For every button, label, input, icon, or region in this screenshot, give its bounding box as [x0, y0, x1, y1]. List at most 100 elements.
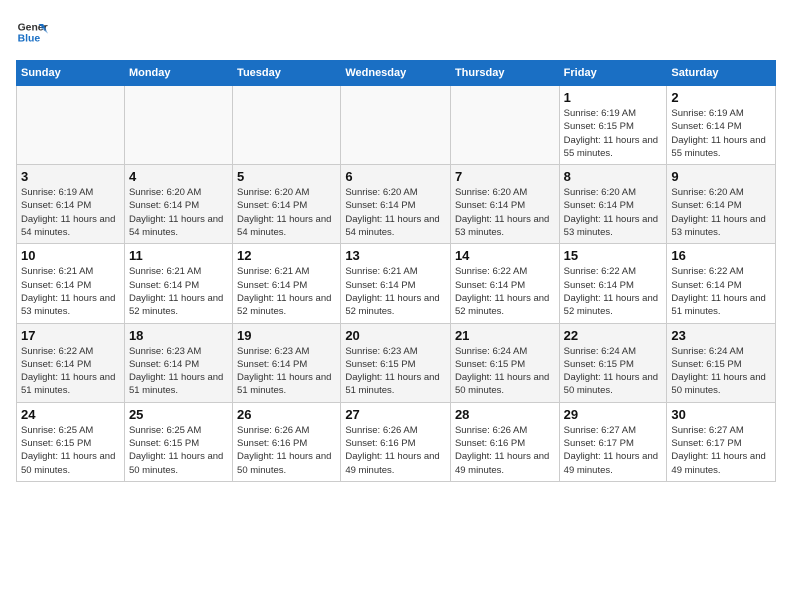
- logo: General Blue: [16, 16, 48, 48]
- day-header-tuesday: Tuesday: [233, 61, 341, 86]
- calendar-cell: [450, 86, 559, 165]
- calendar-cell: 26 Sunrise: 6:26 AM Sunset: 6:16 PM Dayli…: [233, 402, 341, 481]
- day-number: 13: [345, 248, 446, 263]
- day-number: 21: [455, 328, 555, 343]
- calendar-cell: 1 Sunrise: 6:19 AM Sunset: 6:15 PM Daylig…: [559, 86, 667, 165]
- day-number: 27: [345, 407, 446, 422]
- calendar-cell: 11 Sunrise: 6:21 AM Sunset: 6:14 PM Dayli…: [124, 244, 232, 323]
- calendar-cell: 21 Sunrise: 6:24 AM Sunset: 6:15 PM Dayli…: [450, 323, 559, 402]
- calendar-cell: 29 Sunrise: 6:27 AM Sunset: 6:17 PM Dayli…: [559, 402, 667, 481]
- day-info: Sunrise: 6:23 AM Sunset: 6:15 PM Dayligh…: [345, 345, 446, 398]
- calendar-cell: 19 Sunrise: 6:23 AM Sunset: 6:14 PM Dayli…: [233, 323, 341, 402]
- day-number: 20: [345, 328, 446, 343]
- calendar-cell: 20 Sunrise: 6:23 AM Sunset: 6:15 PM Dayli…: [341, 323, 451, 402]
- calendar-cell: 23Sunrise: 6:24 AM Sunset: 6:15 PM Dayli…: [667, 323, 776, 402]
- day-number: 23: [671, 328, 771, 343]
- day-info: Sunrise: 6:22 AM Sunset: 6:14 PM Dayligh…: [455, 265, 555, 318]
- day-header-thursday: Thursday: [450, 61, 559, 86]
- day-info: Sunrise: 6:21 AM Sunset: 6:14 PM Dayligh…: [345, 265, 446, 318]
- calendar-cell: [233, 86, 341, 165]
- day-number: 11: [129, 248, 228, 263]
- calendar-cell: 13 Sunrise: 6:21 AM Sunset: 6:14 PM Dayli…: [341, 244, 451, 323]
- day-info: Sunrise: 6:26 AM Sunset: 6:16 PM Dayligh…: [237, 424, 336, 477]
- calendar-week-4: 17 Sunrise: 6:22 AM Sunset: 6:14 PM Dayli…: [17, 323, 776, 402]
- svg-text:Blue: Blue: [18, 34, 41, 45]
- day-number: 5: [237, 169, 336, 184]
- day-number: 15: [564, 248, 663, 263]
- day-number: 2: [671, 90, 771, 105]
- day-number: 3: [21, 169, 120, 184]
- calendar-cell: 12 Sunrise: 6:21 AM Sunset: 6:14 PM Dayli…: [233, 244, 341, 323]
- day-info: Sunrise: 6:20 AM Sunset: 6:14 PM Dayligh…: [671, 186, 771, 239]
- calendar-cell: 5 Sunrise: 6:20 AM Sunset: 6:14 PM Daylig…: [233, 165, 341, 244]
- day-number: 12: [237, 248, 336, 263]
- calendar-week-3: 10 Sunrise: 6:21 AM Sunset: 6:14 PM Dayli…: [17, 244, 776, 323]
- day-number: 10: [21, 248, 120, 263]
- day-number: 25: [129, 407, 228, 422]
- day-number: 22: [564, 328, 663, 343]
- day-number: 8: [564, 169, 663, 184]
- day-info: Sunrise: 6:27 AM Sunset: 6:17 PM Dayligh…: [564, 424, 663, 477]
- calendar-cell: 10Sunrise: 6:21 AM Sunset: 6:14 PM Dayli…: [17, 244, 125, 323]
- day-info: Sunrise: 6:20 AM Sunset: 6:14 PM Dayligh…: [564, 186, 663, 239]
- day-info: Sunrise: 6:19 AM Sunset: 6:14 PM Dayligh…: [21, 186, 120, 239]
- calendar-cell: 4 Sunrise: 6:20 AM Sunset: 6:14 PM Daylig…: [124, 165, 232, 244]
- day-info: Sunrise: 6:20 AM Sunset: 6:14 PM Dayligh…: [455, 186, 555, 239]
- calendar-cell: [17, 86, 125, 165]
- day-info: Sunrise: 6:27 AM Sunset: 6:17 PM Dayligh…: [671, 424, 771, 477]
- calendar-cell: 28 Sunrise: 6:26 AM Sunset: 6:16 PM Dayli…: [450, 402, 559, 481]
- day-info: Sunrise: 6:25 AM Sunset: 6:15 PM Dayligh…: [21, 424, 120, 477]
- calendar-cell: 18 Sunrise: 6:23 AM Sunset: 6:14 PM Dayli…: [124, 323, 232, 402]
- day-info: Sunrise: 6:23 AM Sunset: 6:14 PM Dayligh…: [237, 345, 336, 398]
- day-info: Sunrise: 6:21 AM Sunset: 6:14 PM Dayligh…: [129, 265, 228, 318]
- calendar-cell: 16 Sunrise: 6:22 AM Sunset: 6:14 PM Dayli…: [667, 244, 776, 323]
- day-header-wednesday: Wednesday: [341, 61, 451, 86]
- day-number: 19: [237, 328, 336, 343]
- day-number: 26: [237, 407, 336, 422]
- day-info: Sunrise: 6:21 AM Sunset: 6:14 PM Dayligh…: [237, 265, 336, 318]
- day-number: 1: [564, 90, 663, 105]
- day-number: 16: [671, 248, 771, 263]
- calendar-cell: 15Sunrise: 6:22 AM Sunset: 6:14 PM Dayli…: [559, 244, 667, 323]
- day-number: 29: [564, 407, 663, 422]
- day-info: Sunrise: 6:20 AM Sunset: 6:14 PM Dayligh…: [129, 186, 228, 239]
- day-number: 9: [671, 169, 771, 184]
- calendar-cell: [124, 86, 232, 165]
- calendar-cell: 2 Sunrise: 6:19 AM Sunset: 6:14 PM Daylig…: [667, 86, 776, 165]
- calendar-cell: 7Sunrise: 6:20 AM Sunset: 6:14 PM Daylig…: [450, 165, 559, 244]
- day-info: Sunrise: 6:23 AM Sunset: 6:14 PM Dayligh…: [129, 345, 228, 398]
- calendar-week-1: 1 Sunrise: 6:19 AM Sunset: 6:15 PM Daylig…: [17, 86, 776, 165]
- day-info: Sunrise: 6:22 AM Sunset: 6:14 PM Dayligh…: [21, 345, 120, 398]
- day-info: Sunrise: 6:24 AM Sunset: 6:15 PM Dayligh…: [455, 345, 555, 398]
- day-info: Sunrise: 6:20 AM Sunset: 6:14 PM Dayligh…: [237, 186, 336, 239]
- logo-icon: General Blue: [16, 16, 48, 48]
- day-info: Sunrise: 6:25 AM Sunset: 6:15 PM Dayligh…: [129, 424, 228, 477]
- day-info: Sunrise: 6:19 AM Sunset: 6:15 PM Dayligh…: [564, 107, 663, 160]
- day-number: 24: [21, 407, 120, 422]
- day-info: Sunrise: 6:26 AM Sunset: 6:16 PM Dayligh…: [345, 424, 446, 477]
- calendar-cell: 6Sunrise: 6:20 AM Sunset: 6:14 PM Daylig…: [341, 165, 451, 244]
- calendar-table: SundayMondayTuesdayWednesdayThursdayFrid…: [16, 60, 776, 482]
- day-number: 28: [455, 407, 555, 422]
- page-header: General Blue: [16, 16, 776, 48]
- day-header-sunday: Sunday: [17, 61, 125, 86]
- day-number: 14: [455, 248, 555, 263]
- day-number: 4: [129, 169, 228, 184]
- calendar-cell: 30 Sunrise: 6:27 AM Sunset: 6:17 PM Dayli…: [667, 402, 776, 481]
- day-info: Sunrise: 6:19 AM Sunset: 6:14 PM Dayligh…: [671, 107, 771, 160]
- day-info: Sunrise: 6:26 AM Sunset: 6:16 PM Dayligh…: [455, 424, 555, 477]
- calendar-cell: 22 Sunrise: 6:24 AM Sunset: 6:15 PM Dayli…: [559, 323, 667, 402]
- calendar-cell: 14 Sunrise: 6:22 AM Sunset: 6:14 PM Dayli…: [450, 244, 559, 323]
- day-number: 30: [671, 407, 771, 422]
- calendar-cell: [341, 86, 451, 165]
- calendar-cell: 8 Sunrise: 6:20 AM Sunset: 6:14 PM Daylig…: [559, 165, 667, 244]
- calendar-cell: 27 Sunrise: 6:26 AM Sunset: 6:16 PM Dayli…: [341, 402, 451, 481]
- calendar-cell: 9 Sunrise: 6:20 AM Sunset: 6:14 PM Daylig…: [667, 165, 776, 244]
- day-info: Sunrise: 6:24 AM Sunset: 6:15 PM Dayligh…: [564, 345, 663, 398]
- calendar-cell: 25 Sunrise: 6:25 AM Sunset: 6:15 PM Dayli…: [124, 402, 232, 481]
- calendar-week-5: 24 Sunrise: 6:25 AM Sunset: 6:15 PM Dayli…: [17, 402, 776, 481]
- day-number: 18: [129, 328, 228, 343]
- day-number: 17: [21, 328, 120, 343]
- day-info: Sunrise: 6:22 AM Sunset: 6:14 PM Dayligh…: [671, 265, 771, 318]
- day-header-friday: Friday: [559, 61, 667, 86]
